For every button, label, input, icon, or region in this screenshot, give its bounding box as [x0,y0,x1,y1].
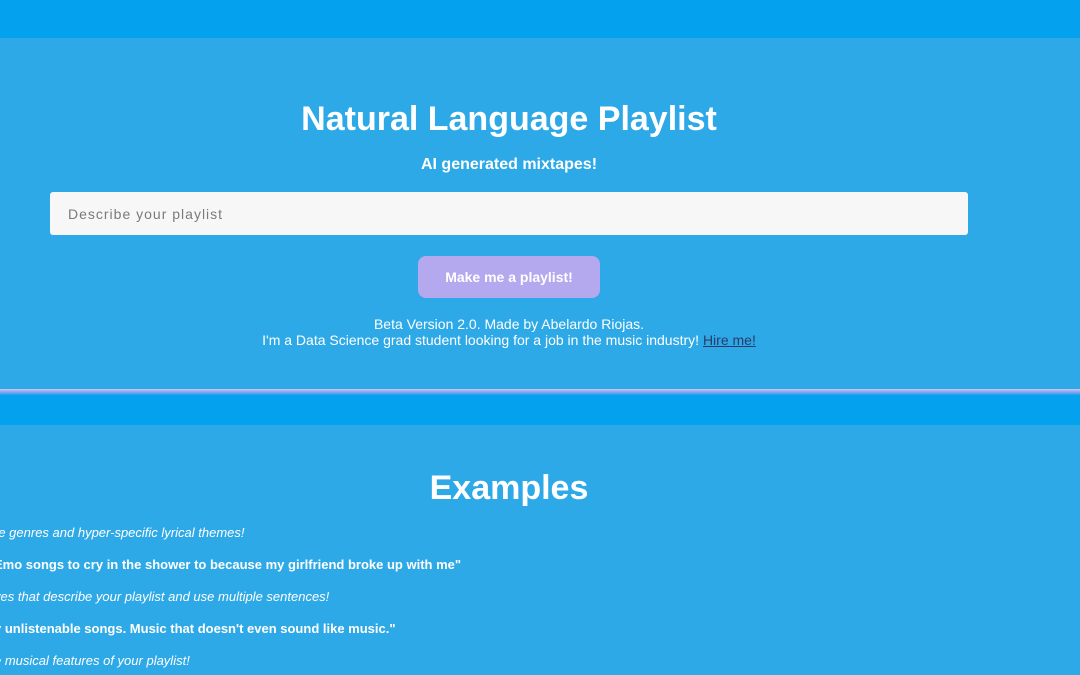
example-tip: re genres and hyper-specific lyrical the… [0,525,245,540]
hire-me-link[interactable]: Hire me! [703,332,756,348]
page-title: Natural Language Playlist [301,100,717,138]
credit-job-line: I'm a Data Science grad student looking … [0,332,1018,348]
example-quote: y unlistenable songs. Music that doesn't… [0,621,396,636]
page-subtitle: AI generated mixtapes! [420,156,598,173]
middle-band [0,395,1080,425]
credits: Beta Version 2.0. Made by Abelardo Rioja… [0,316,1018,348]
example-tip: e musical features of your playlist! [0,653,190,668]
examples-section: Examples re genres and hyper-specific ly… [0,425,1080,675]
hero-section: Natural Language Playlist AI generated m… [0,38,1080,390]
example-tip: ves that describe your playlist and use … [0,589,330,604]
playlist-description-input[interactable] [50,192,968,235]
example-quote: Emo songs to cry in the shower to becaus… [0,557,462,572]
credit-job-text: I'm a Data Science grad student looking … [262,332,703,348]
credit-version-line: Beta Version 2.0. Made by Abelardo Rioja… [373,316,645,332]
make-playlist-button[interactable]: Make me a playlist! [418,256,600,298]
top-band [0,0,1080,38]
examples-title: Examples [429,469,589,507]
